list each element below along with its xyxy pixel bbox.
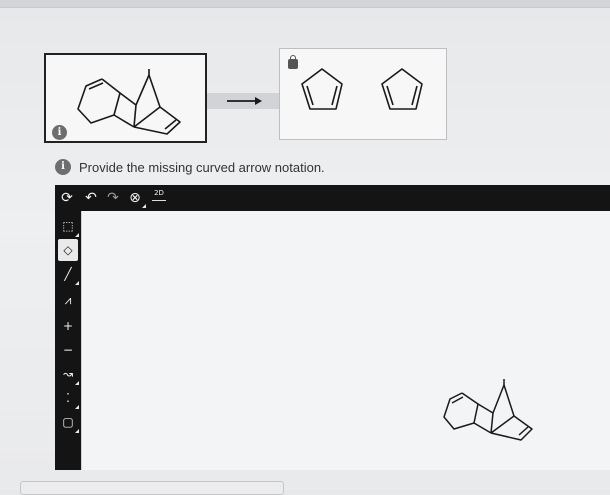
- editor-side-toolbar: ⬚ ◇ ╱ ⩘ + − ↝ ⁚ ▢: [55, 211, 81, 470]
- eraser-icon: ◇: [63, 243, 73, 257]
- right-arrow-icon: [227, 97, 262, 105]
- chain-icon: ⩘: [64, 293, 72, 307]
- reactant-panel[interactable]: i: [44, 53, 207, 143]
- prompt-info-icon[interactable]: i: [55, 159, 71, 175]
- prompt-text: Provide the missing curved arrow notatio…: [79, 159, 325, 175]
- minus-charge-icon: −: [62, 343, 74, 357]
- drawing-canvas[interactable]: [81, 211, 610, 470]
- reaction-arrow-strip: [207, 93, 279, 109]
- curved-arrow-tool-button[interactable]: ↝: [58, 363, 79, 385]
- canvas-dicyclopentadiene[interactable]: [442, 379, 552, 449]
- submenu-corner: [75, 405, 79, 409]
- cycle-icon: ⟳: [61, 190, 73, 206]
- bond-tool-button[interactable]: ╱: [58, 263, 79, 285]
- minus-tool-button[interactable]: −: [58, 339, 78, 361]
- undo-icon: ↶: [85, 190, 97, 206]
- editor-top-toolbar: ⟳ ↶ ↷ ⊗ 2D: [55, 185, 610, 211]
- erase-tool-button[interactable]: ◇: [58, 239, 78, 261]
- product-panel[interactable]: [279, 48, 447, 140]
- reactant-info-icon[interactable]: i: [52, 125, 67, 140]
- redo-button[interactable]: ↷: [103, 188, 123, 208]
- plus-charge-icon: +: [62, 319, 74, 333]
- template-button[interactable]: 2D: [149, 188, 169, 208]
- clear-tool-button[interactable]: ⟳: [57, 188, 77, 208]
- structure-editor: ⟳ ↶ ↷ ⊗ 2D ⬚ ◇ ╱ ⩘ + − ↝ ⁚ ▢: [55, 185, 610, 470]
- products-structure: [301, 68, 423, 110]
- chain-tool-button[interactable]: ⩘: [58, 289, 78, 311]
- submenu-corner: [75, 281, 79, 285]
- lone-pair-tool-button[interactable]: ⁚: [58, 387, 79, 409]
- submenu-corner: [75, 233, 79, 237]
- charge-tool-button[interactable]: +: [58, 315, 78, 337]
- redo-icon: ↷: [107, 190, 119, 206]
- question-prompt: i Provide the missing curved arrow notat…: [55, 157, 325, 177]
- submenu-corner: [75, 429, 79, 433]
- undo-button[interactable]: ↶: [81, 188, 101, 208]
- template-icon: 2D: [154, 189, 164, 197]
- top-rule: [0, 0, 610, 8]
- submenu-corner: [142, 204, 146, 208]
- bottom-scroll-bar[interactable]: [20, 481, 284, 495]
- select-tool-button[interactable]: ⬚: [58, 215, 79, 237]
- ring-tool-button[interactable]: ▢: [58, 411, 79, 433]
- dicyclopentadiene-structure: [77, 69, 181, 135]
- zoom-button[interactable]: ⊗: [125, 188, 146, 208]
- submenu-corner: [75, 381, 79, 385]
